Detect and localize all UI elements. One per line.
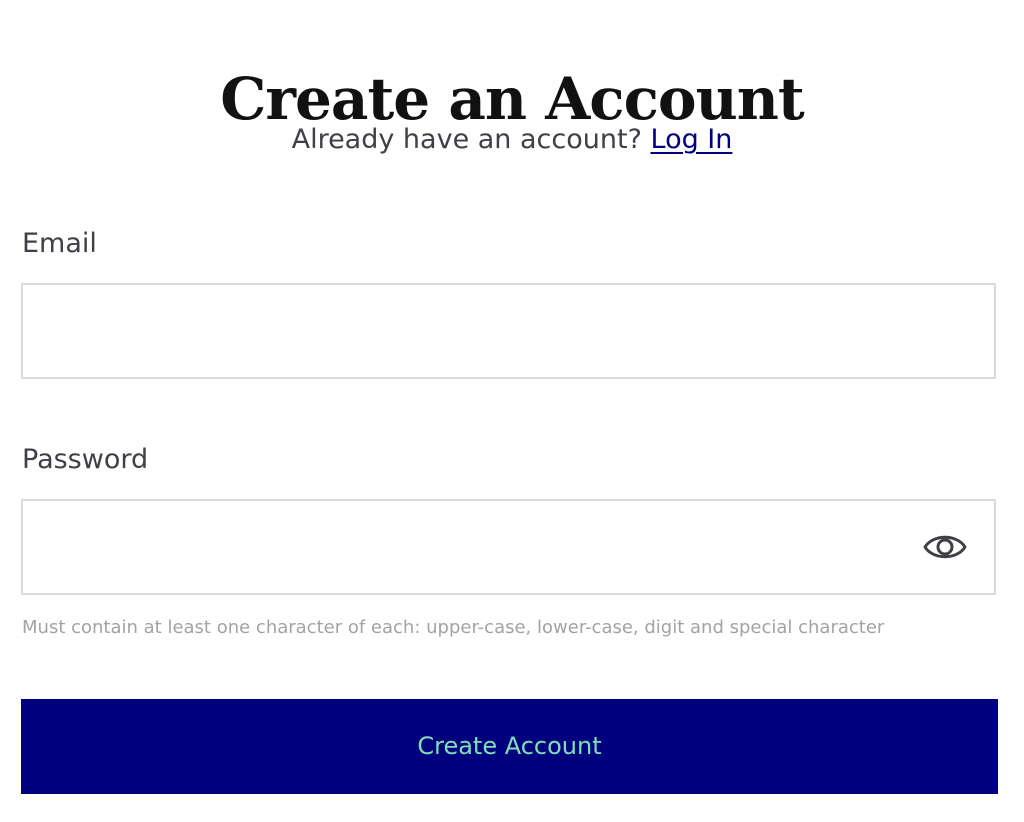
email-field[interactable] (23, 285, 923, 377)
eye-icon (923, 535, 967, 559)
login-prompt: Already have an account? Log In (0, 120, 1024, 160)
login-link[interactable]: Log In (651, 124, 733, 155)
email-field-box (21, 283, 996, 379)
show-password-toggle[interactable] (922, 529, 968, 565)
create-account-button[interactable]: Create Account (21, 699, 998, 794)
login-prompt-text: Already have an account? (291, 124, 642, 155)
password-field[interactable] (23, 501, 923, 593)
email-label: Email (22, 228, 97, 259)
password-label: Password (22, 444, 149, 475)
password-field-box (21, 499, 996, 595)
password-hint: Must contain at least one character of e… (22, 617, 885, 638)
